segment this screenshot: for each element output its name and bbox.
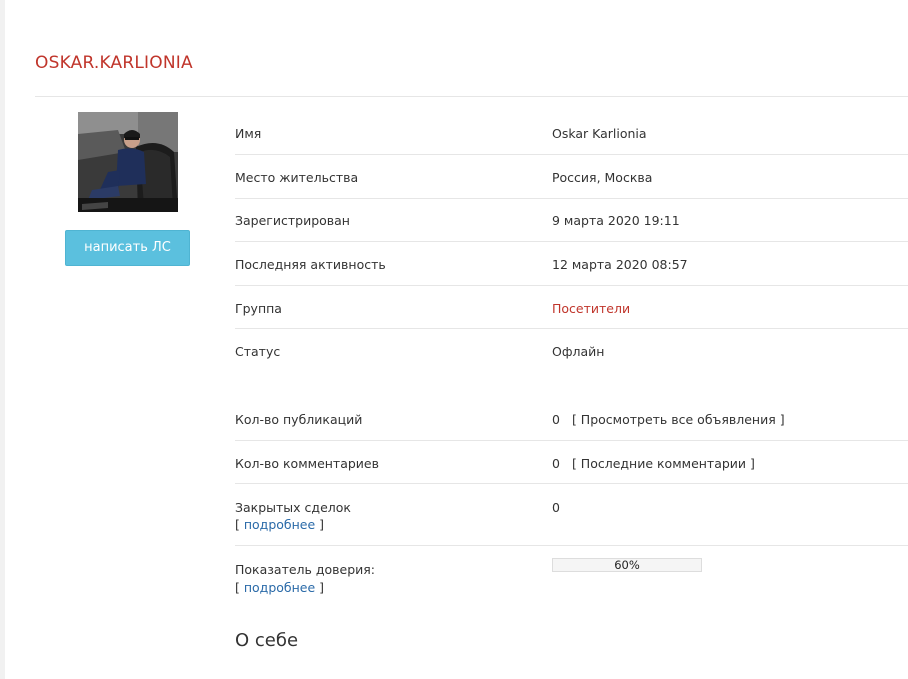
profile-page: OSKAR.KARLIONIA написать ЛС Имя Oskar Ka…: [5, 0, 908, 679]
row-trust: Показатель доверия: [ подробнее ] 60%: [235, 546, 908, 608]
registered-label: Зарегистрирован: [235, 213, 350, 228]
deals-more: [ подробнее ]: [235, 517, 324, 532]
title-divider: [35, 96, 908, 97]
trust-percent-text: 60%: [614, 558, 640, 572]
row-publications: Кол-во публикаций 0 [ Просмотреть все объ…: [235, 398, 908, 441]
trust-label: Показатель доверия:: [235, 562, 376, 577]
row-location: Место жительства Россия, Москва: [235, 155, 908, 199]
profile-username: OSKAR.KARLIONIA: [35, 53, 193, 73]
row-group: Группа Посетители: [235, 286, 908, 329]
location-value: Россия, Москва: [552, 170, 653, 185]
publications-value-group: 0 [ Просмотреть все объявления ]: [552, 412, 785, 427]
last-activity-value: 12 марта 2020 08:57: [552, 257, 688, 272]
name-value: Oskar Karlionia: [552, 126, 647, 141]
avatar: [78, 112, 178, 212]
row-comments: Кол-во комментариев 0 [ Последние коммент…: [235, 441, 908, 484]
about-heading: О себе: [235, 630, 299, 651]
row-last-activity: Последняя активность 12 марта 2020 08:57: [235, 242, 908, 286]
view-all-ads-link[interactable]: [ Просмотреть все объявления ]: [572, 412, 785, 427]
comments-value-group: 0 [ Последние комментарии ]: [552, 456, 755, 471]
comments-label: Кол-во комментариев: [235, 456, 379, 471]
status-label: Статус: [235, 344, 281, 359]
location-label: Место жительства: [235, 170, 359, 185]
send-message-button[interactable]: написать ЛС: [65, 230, 190, 266]
deals-value: 0: [552, 500, 560, 515]
group-value[interactable]: Посетители: [552, 301, 630, 316]
trust-more-link[interactable]: подробнее: [244, 580, 315, 595]
publications-label: Кол-во публикаций: [235, 412, 363, 427]
deals-more-open-bracket: [: [235, 517, 244, 532]
trust-progress-bar: 60%: [552, 558, 702, 572]
registered-value: 9 марта 2020 19:11: [552, 213, 680, 228]
row-registered: Зарегистрирован 9 марта 2020 19:11: [235, 199, 908, 242]
publications-count: 0: [552, 412, 560, 427]
avatar-image: [78, 112, 178, 212]
trust-more: [ подробнее ]: [235, 580, 324, 595]
name-label: Имя: [235, 126, 262, 141]
latest-comments-link[interactable]: [ Последние комментарии ]: [572, 456, 755, 471]
trust-more-close-bracket: ]: [315, 580, 325, 595]
trust-more-open-bracket: [: [235, 580, 244, 595]
row-deals: Закрытых сделок [ подробнее ] 0: [235, 484, 908, 546]
group-label: Группа: [235, 301, 282, 316]
row-name: Имя Oskar Karlionia: [235, 112, 908, 155]
row-status: Статус Офлайн: [235, 329, 908, 373]
deals-more-close-bracket: ]: [315, 517, 325, 532]
status-value: Офлайн: [552, 344, 605, 359]
deals-label: Закрытых сделок: [235, 500, 351, 515]
deals-more-link[interactable]: подробнее: [244, 517, 315, 532]
comments-count: 0: [552, 456, 560, 471]
last-activity-label: Последняя активность: [235, 257, 386, 272]
